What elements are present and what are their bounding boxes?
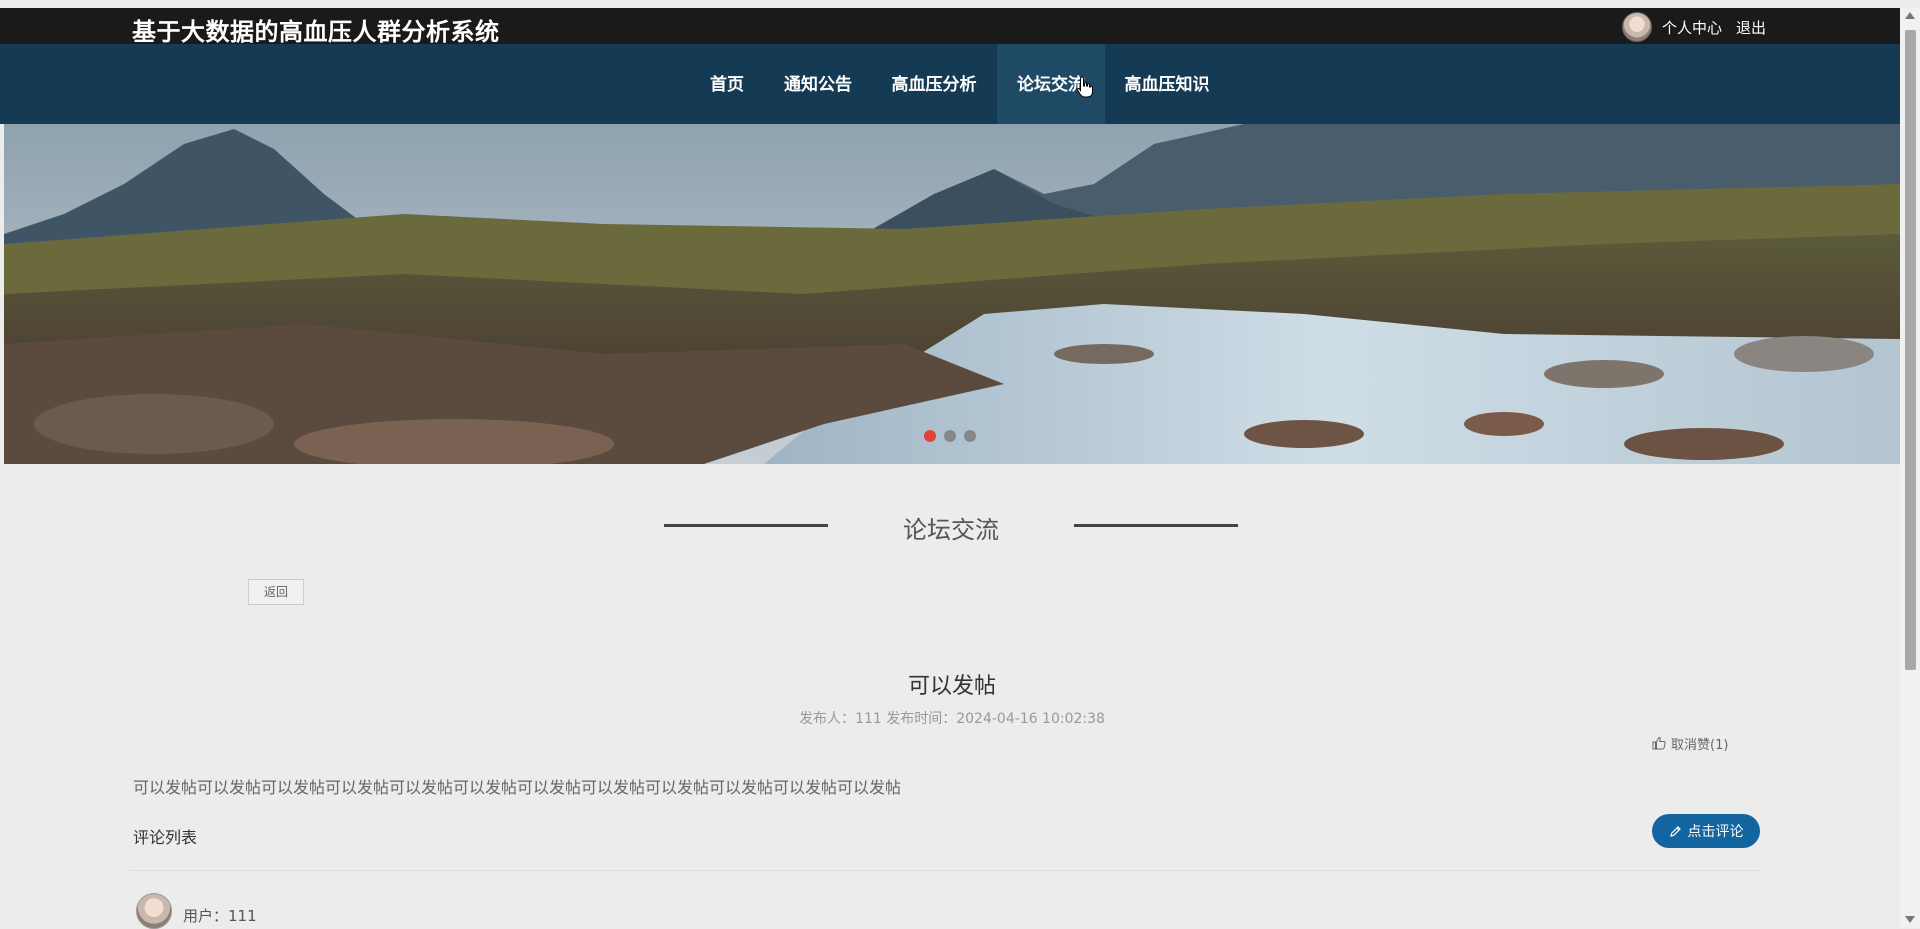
section-heading: 论坛交流 xyxy=(664,510,1238,546)
landscape-image xyxy=(4,124,1900,464)
scroll-thumb[interactable] xyxy=(1905,30,1916,670)
comment-user: 用户：111 xyxy=(183,907,257,925)
heading-line-right xyxy=(1074,524,1238,527)
post-content: 可以发帖可以发帖可以发帖可以发帖可以发帖可以发帖可以发帖可以发帖可以发帖可以发帖… xyxy=(133,778,902,797)
site-title: 基于大数据的高血压人群分析系统 xyxy=(132,18,500,46)
user-center-link[interactable]: 个人中心 xyxy=(1662,17,1722,38)
scroll-down-arrow-icon[interactable] xyxy=(1905,916,1915,923)
top-bar: 基于大数据的高血压人群分析系统 个人中心 退出 xyxy=(0,8,1900,46)
nav-item-home[interactable]: 首页 xyxy=(690,44,764,124)
unlike-button[interactable]: 取消赞(1) xyxy=(1652,733,1728,753)
carousel-dot-2[interactable] xyxy=(944,430,956,442)
main-nav: 首页 通知公告 高血压分析 论坛交流 高血压知识 xyxy=(0,44,1900,124)
carousel-dot-3[interactable] xyxy=(964,430,976,442)
comment-list-label: 评论列表 xyxy=(133,828,198,847)
divider xyxy=(130,870,1760,871)
scroll-up-arrow-icon[interactable] xyxy=(1905,12,1915,19)
carousel-dot-1[interactable] xyxy=(924,430,936,442)
post-title: 可以发帖 xyxy=(907,674,996,699)
post-meta: 发布人：111 发布时间：2024-04-16 10:02:38 xyxy=(799,711,1105,727)
carousel-indicators xyxy=(924,430,976,442)
comment-avatar xyxy=(136,893,172,929)
scrollbar[interactable] xyxy=(1900,8,1920,928)
logout-link[interactable]: 退出 xyxy=(1736,17,1766,38)
nav-item-hypertension-analysis[interactable]: 高血压分析 xyxy=(876,44,992,124)
pencil-icon xyxy=(1669,825,1681,837)
back-button[interactable]: 返回 xyxy=(248,579,304,605)
add-comment-label: 点击评论 xyxy=(1687,824,1744,840)
section-title: 论坛交流 xyxy=(903,516,999,544)
hand-cursor-icon xyxy=(1076,76,1093,98)
like-label: 取消赞(1) xyxy=(1671,737,1729,753)
nav-item-hypertension-knowledge[interactable]: 高血压知识 xyxy=(1108,44,1226,124)
banner-carousel[interactable] xyxy=(4,124,1900,464)
add-comment-button[interactable]: 点击评论 xyxy=(1652,814,1760,848)
user-avatar[interactable] xyxy=(1622,12,1652,42)
nav-item-notices[interactable]: 通知公告 xyxy=(770,44,866,124)
thumbs-up-icon xyxy=(1652,736,1666,750)
